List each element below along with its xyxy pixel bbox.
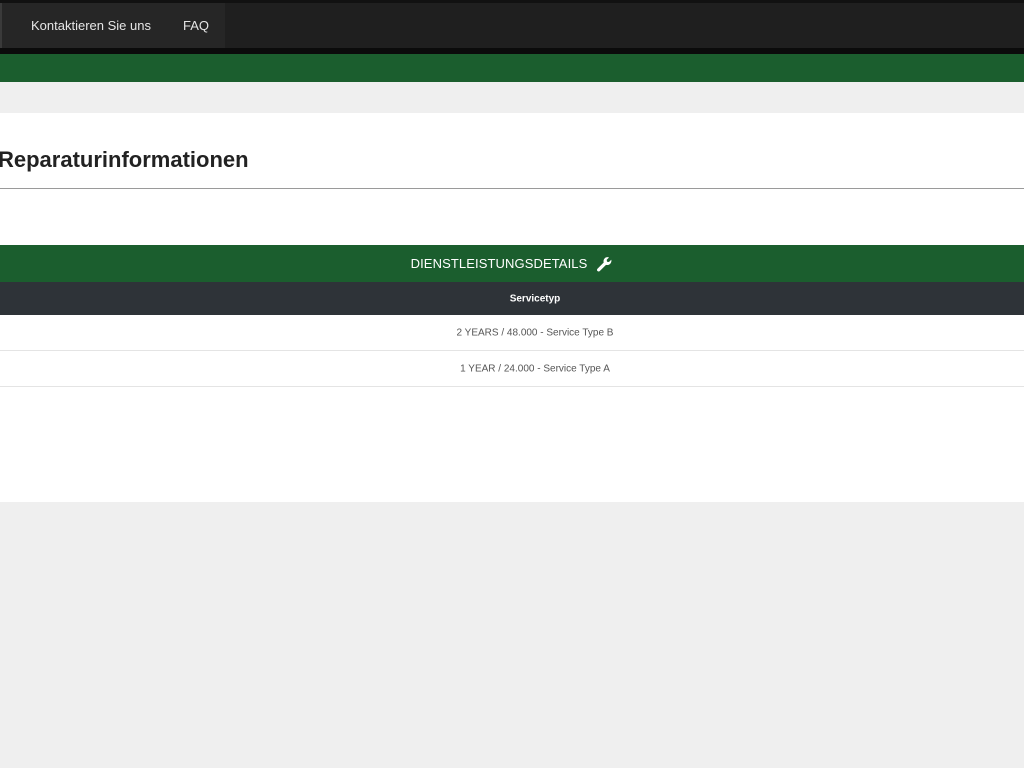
table-row: • 2 YEARS / 48.000 - Service Type B [0, 315, 1024, 351]
page-title: Reparaturinformationen [0, 147, 249, 172]
page: Kontaktieren Sie uns FAQ Reparaturinform… [0, 0, 1024, 768]
service-details-table: DIENSTLEISTUNGSDETAILS • Servicetyp • 2 … [0, 245, 1024, 387]
service-type-cell: 2 YEARS / 48.000 - Service Type B [456, 327, 614, 338]
top-navigation: Kontaktieren Sie uns FAQ [0, 0, 1024, 48]
content-card: Reparaturinformationen DIENSTLEISTUNGSDE… [0, 113, 1024, 502]
service-details-heading: DIENSTLEISTUNGSDETAILS [0, 245, 1024, 282]
table-row: • 1 YEAR / 24.000 - Service Type A [0, 351, 1024, 387]
service-type-cell: 1 YEAR / 24.000 - Service Type A [460, 363, 610, 374]
nav-link-faq[interactable]: FAQ [167, 3, 225, 48]
wrench-icon [597, 256, 612, 272]
table-column-header: • Servicetyp [0, 282, 1024, 315]
brand-banner [0, 54, 1024, 82]
nav-separator [0, 3, 2, 48]
column-header-service-type: Servicetyp [509, 293, 561, 304]
nav-group: Kontaktieren Sie uns FAQ [0, 3, 225, 48]
title-divider [0, 188, 1024, 189]
nav-link-contact[interactable]: Kontaktieren Sie uns [0, 3, 167, 48]
service-details-heading-label: DIENSTLEISTUNGSDETAILS [410, 256, 588, 271]
